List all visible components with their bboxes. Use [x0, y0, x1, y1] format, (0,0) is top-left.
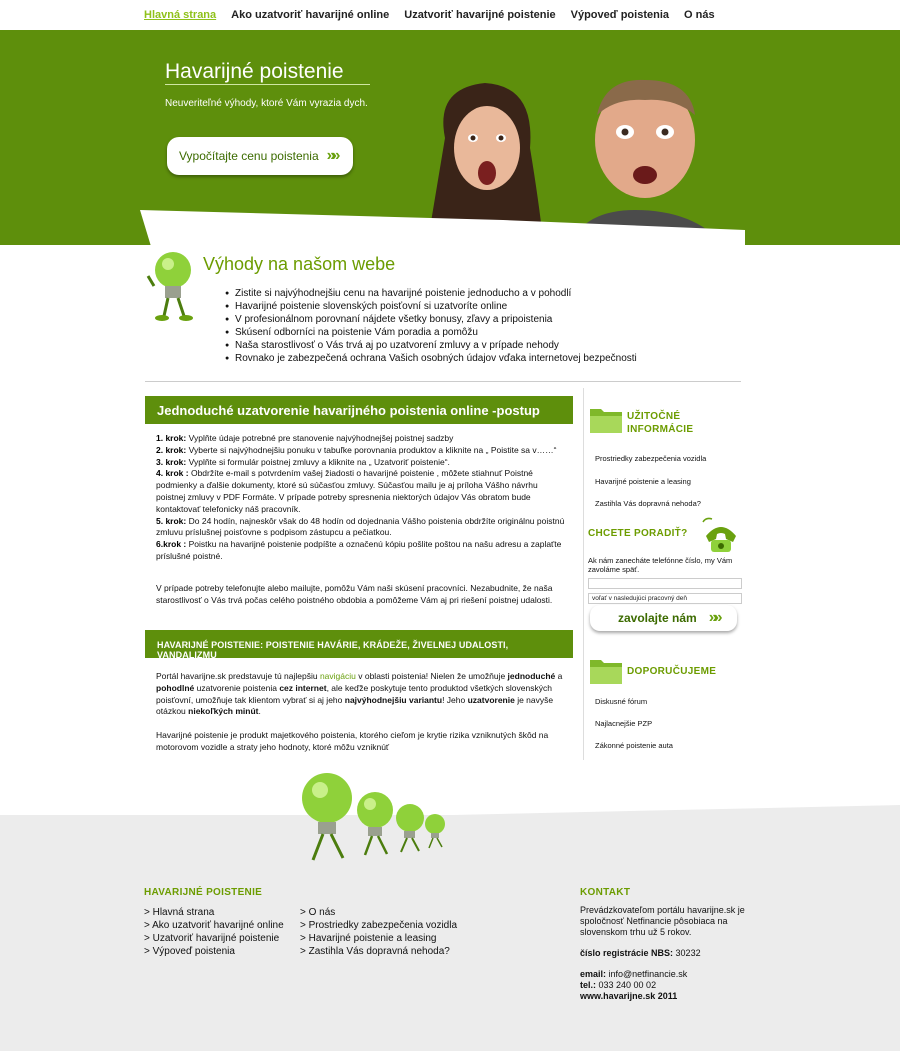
nav-menu: Hlavná strana Ako uzatvoriť havarijné on… [144, 9, 715, 21]
top-navigation: Hlavná strana Ako uzatvoriť havarijné on… [0, 0, 900, 30]
email-link[interactable]: info@netfinancie.sk [606, 969, 688, 979]
recommend-heading: Doporučujeme [627, 666, 717, 677]
call-us-button[interactable]: zavolajte nám »» [590, 605, 737, 631]
footer-link-security[interactable]: > Prostriedky zabezpečenia vozidla [300, 919, 457, 932]
portal-paragraph: Portál havarijne.sk predstavuje tú najle… [156, 671, 563, 717]
nav-item-buy[interactable]: Uzatvoriť havarijné poistenie [404, 9, 555, 21]
sidebar-link-leasing[interactable]: Havarijné poistenie a leasing [595, 477, 691, 486]
list-item: Rovnako je zabezpečená ochrana Vašich os… [225, 352, 637, 365]
registration-line: číslo registrácie NBS: 30232 [580, 948, 701, 958]
footer-link-accident[interactable]: > Zastihla Vás dopravná nehoda? [300, 945, 457, 958]
step-4: 4. krok : Obdržíte e-mail s potvrdením v… [156, 468, 538, 514]
coverage-heading: Havarijné poistenie: poistenie havárie, … [145, 630, 573, 660]
callback-time-select[interactable]: voľať v nasledujúci pracovný deň [588, 593, 742, 604]
sidebar-link-security[interactable]: Prostriedky zabezpečenia vozidla [595, 454, 706, 463]
footer-title-contact: Kontakt [580, 887, 631, 898]
list-item: Skúsení odborníci na poistenie Vám porad… [225, 326, 637, 339]
list-item: Naša starostlivosť o Vás trvá aj po uzat… [225, 339, 637, 352]
surprised-man-photo [569, 79, 725, 245]
phone-input[interactable] [588, 578, 742, 589]
contact-paragraph: V prípade potreby telefonujte alebo mail… [156, 583, 553, 605]
useful-info-heading: Užitočné informácie [627, 411, 694, 435]
list-item: Havarijné poistenie slovenských poisťovn… [225, 300, 637, 313]
navigation-link[interactable]: navigáciu [320, 671, 356, 681]
operator-text: Prevádzkovateľom portálu havarijne.sk je… [580, 905, 745, 937]
running-lightbulbs-illustration [302, 773, 445, 861]
list-item: Zistite si najvýhodnejšiu cenu na havari… [225, 287, 637, 300]
nav-item-cancel[interactable]: Výpoveď poistenia [571, 9, 669, 21]
section-divider [145, 381, 741, 382]
phone-icon [702, 517, 736, 552]
double-arrow-icon: »» [708, 609, 723, 626]
copyright: www.havarijne.sk 2011 [580, 991, 678, 1001]
lightbulb-mascot-icon [146, 252, 193, 321]
step-6: 6.krok : Poistku na havarijné poistenie … [156, 539, 562, 561]
step-1: 1. krok: Vyplňte údaje potrebné pre stan… [156, 433, 454, 443]
advise-heading: Chcete poradiť? [588, 528, 688, 539]
hero-title: Havarijné poistenie [165, 60, 344, 83]
calculate-price-label: Vypočítajte cenu poistenia [179, 149, 319, 163]
call-us-label: zavolajte nám [618, 611, 697, 625]
hero-banner: Havarijné poistenie Neuveriteľné výhody,… [0, 30, 900, 245]
procedure-heading: Jednoduché uzatvorenie havarijného poist… [145, 396, 573, 424]
footer-links-col2: > O nás > Prostriedky zabezpečenia vozid… [300, 906, 457, 958]
footer-links-col1: > Hlavná strana > Ako uzatvoriť havarijn… [144, 906, 284, 958]
nav-item-home[interactable]: Hlavná strana [144, 9, 216, 21]
footer-link-leasing[interactable]: > Havarijné poistenie a leasing [300, 932, 457, 945]
footer-link-home[interactable]: > Hlavná strana [144, 906, 284, 919]
nav-item-about[interactable]: O nás [684, 9, 715, 21]
double-arrow-icon: »» [326, 147, 341, 164]
folder-icon [590, 660, 622, 684]
sidebar-link-cheapest-pzp[interactable]: Najlacnejšie PZP [595, 719, 652, 728]
folder-icon [590, 409, 622, 433]
hero-divider [165, 84, 370, 85]
nav-item-how-to[interactable]: Ako uzatvoriť havarijné online [231, 9, 389, 21]
sidebar-link-forum[interactable]: Diskusné fórum [595, 697, 647, 706]
footer-title-insurance: Havarijné poistenie [144, 887, 263, 898]
sidebar-link-accident[interactable]: Zastihla Vás dopravná nehoda? [595, 499, 701, 508]
advantages-list: Zistite si najvýhodnejšiu cenu na havari… [225, 287, 637, 365]
step-5: 5. krok: Do 24 hodín, najneskôr však do … [156, 515, 565, 538]
footer-link-how-to[interactable]: > Ako uzatvoriť havarijné online [144, 919, 284, 932]
calculate-price-button[interactable]: Vypočítajte cenu poistenia »» [167, 137, 353, 175]
step-3: 3. krok: Vyplňte si formulár poistnej zm… [156, 456, 450, 467]
column-divider [583, 388, 584, 760]
advantages-title: Výhody na našom webe [203, 254, 396, 274]
footer-link-about[interactable]: > O nás [300, 906, 457, 919]
procedure-steps: 1. krok: Vyplňte údaje potrebné pre stan… [156, 433, 566, 563]
footer-link-cancel[interactable]: > Výpoveď poistenia [144, 945, 284, 958]
hero-subtitle: Neuveriteľné výhody, ktoré Vám vyrazia d… [165, 98, 368, 109]
footer-link-buy[interactable]: > Uzatvoriť havarijné poistenie [144, 932, 284, 945]
advise-text: Ak nám zanecháte telefónne číslo, my Vám… [588, 556, 733, 574]
footer-contact: Prevádzkovateľom portálu havarijne.sk je… [580, 905, 750, 1002]
definition-paragraph: Havarijné poistenie je produkt majetkové… [156, 730, 549, 752]
step-2: 2. krok: Vyberte si najvýhodnejšiu ponuk… [156, 444, 557, 455]
list-item: V profesionálnom porovnaní nájdete všetk… [225, 313, 637, 326]
email-line: email: info@netfinancie.sk [580, 969, 688, 979]
phone-line: tel.: 033 240 00 02 [580, 980, 657, 990]
sidebar-link-legal-insurance[interactable]: Zákonné poistenie auta [595, 741, 673, 750]
